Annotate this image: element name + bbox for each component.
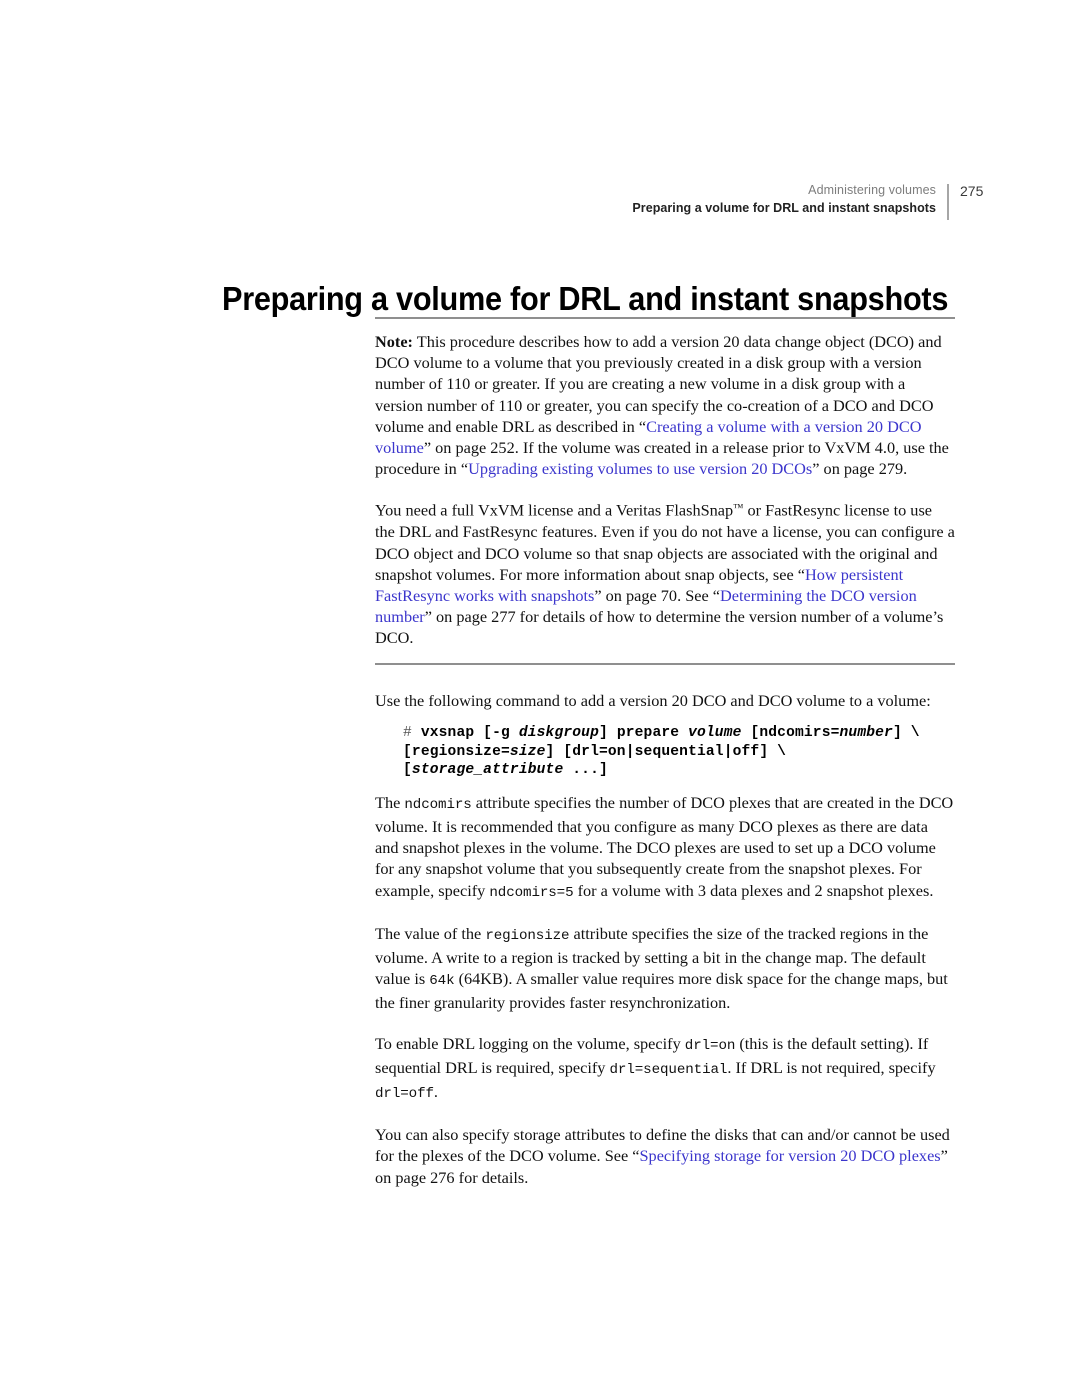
command-block: # vxsnap [-g diskgroup] prepare volume [… (375, 724, 955, 780)
note-para2-text-3: ” on page 70. See “ (594, 585, 721, 605)
note-paragraph-2: You need a full VxVM license and a Verit… (375, 498, 955, 648)
code-drl-sequential: drl=sequential (609, 1061, 728, 1078)
page-title: Preparing a volume for DRL and instant s… (222, 280, 949, 318)
drl-text-4: . (433, 1081, 438, 1101)
command-var-size: size (509, 743, 546, 760)
code-drl-on: drl=on (684, 1037, 736, 1054)
note-text-3: ” on page 279. (812, 459, 908, 479)
command-line3-b: ...] (563, 762, 608, 779)
command-line2-b: ] [drl=on|sequential|off] \ (545, 743, 787, 760)
command-line1-a: vxsnap [-g (411, 725, 519, 742)
intro-paragraph: Use the following command to add a versi… (375, 691, 931, 710)
drl-text-1: To enable DRL logging on the volume, spe… (375, 1033, 685, 1053)
code-ndcomirs-5: ndcomirs=5 (489, 884, 574, 901)
drl-text-3: . If DRL is not required, specify (727, 1057, 936, 1077)
running-header-topic: Preparing a volume for DRL and instant s… (632, 201, 936, 215)
running-header: Administering volumes Preparing a volume… (560, 182, 950, 217)
running-header-book-section: Administering volumes (808, 183, 936, 197)
shell-prompt-icon: # (403, 725, 412, 742)
page-number: 275 (960, 183, 984, 199)
note-para2-text-4: ” on page 277 for details of how to dete… (375, 607, 944, 648)
paragraph-storage-attributes: You can also specify storage attributes … (375, 1124, 955, 1188)
link-specifying-storage-for-version-20-dco-plexes[interactable]: Specifying storage for version 20 DCO pl… (640, 1146, 941, 1165)
code-drl-off: drl=off (375, 1085, 434, 1102)
document-page: Administering volumes Preparing a volume… (0, 0, 1080, 1397)
note-para2-text-1: You need a full VxVM license and a Verit… (375, 501, 734, 521)
paragraph-regionsize: The value of the regionsize attribute sp… (375, 923, 955, 1014)
command-var-diskgroup: diskgroup (518, 725, 599, 742)
command-line3-a: [ (403, 762, 412, 779)
command-line1-d: ] \ (892, 725, 920, 742)
running-header-divider (947, 184, 949, 220)
code-64k: 64k (429, 973, 455, 990)
regionsize-text-1: The value of the (375, 923, 486, 943)
note-label: Note: (375, 332, 413, 351)
note-paragraph-1: Note: This procedure describes how to ad… (375, 331, 955, 479)
code-ndcomirs: ndcomirs (404, 796, 472, 813)
code-regionsize: regionsize (485, 927, 570, 944)
command-var-volume: volume (688, 725, 742, 742)
link-upgrading-existing-volumes[interactable]: Upgrading existing volumes to use versio… (468, 459, 812, 478)
command-var-number: number (839, 725, 893, 742)
note-body: Note: This procedure describes how to ad… (375, 319, 955, 649)
command-var-storage-attribute: storage_attribute (411, 762, 564, 779)
regionsize-text-3: (64KB). A smaller value requires more di… (375, 969, 948, 1013)
note-block: Note: This procedure describes how to ad… (375, 317, 955, 665)
command-line1-c: [ndcomirs= (741, 725, 840, 742)
main-content: Use the following command to add a versi… (375, 690, 955, 1188)
command-line2-a: [regionsize= (403, 743, 510, 760)
paragraph-ndcomirs: The ndcomirs attribute specifies the num… (375, 792, 955, 904)
command-line1-b: ] prepare (599, 725, 689, 742)
paragraph-drl: To enable DRL logging on the volume, spe… (375, 1033, 955, 1106)
note-bottom-rule (375, 662, 955, 665)
ndcomirs-text-1: The (375, 792, 405, 812)
trademark-icon: ™ (733, 503, 744, 515)
ndcomirs-text-3: for a volume with 3 data plexes and 2 sn… (573, 880, 934, 900)
